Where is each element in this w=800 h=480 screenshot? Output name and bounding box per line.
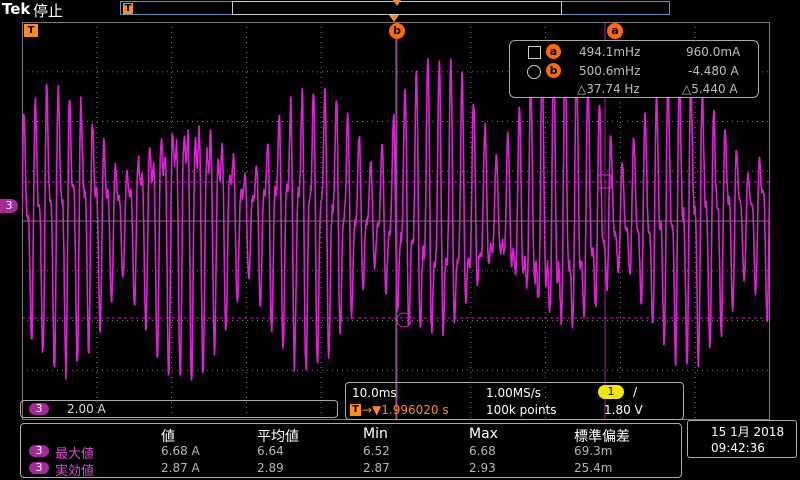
measurement-table: 値 平均値 Min Max 標準偏差 3 最大値 6.68 A 6.64 6.5… xyxy=(20,423,682,479)
header-min: Min xyxy=(363,426,388,442)
row-2-std-dev: 25.4m xyxy=(574,461,613,475)
horizontal-trigger-box[interactable]: 10.0ms 1.00MS/s 1 / T →▼1.996020 s 100k … xyxy=(345,382,684,420)
trigger-position: →▼1.996020 s xyxy=(362,403,449,417)
trigger-slope-icon: / xyxy=(633,385,638,399)
row-2-mean: 2.89 xyxy=(257,461,284,475)
row-2-max: 2.93 xyxy=(469,461,496,475)
cursor-b-circle-icon xyxy=(527,65,541,79)
header-mean: 平均値 xyxy=(257,429,299,445)
time: 09:42:36 xyxy=(711,441,765,455)
header-value: 値 xyxy=(161,429,175,445)
cursor-b-marker[interactable]: b xyxy=(389,23,405,39)
row-1-max: 6.68 xyxy=(469,444,496,458)
cursor-a-marker[interactable]: a xyxy=(607,23,623,39)
date: 15 1月 2018 xyxy=(711,425,785,439)
trigger-point-icon xyxy=(393,0,401,6)
cursor-readout-panel: a 494.1mHz 960.0mA b 500.6mHz -4.480 A △… xyxy=(509,40,759,98)
cursor-a-frequency: 494.1mHz xyxy=(579,45,641,59)
row-2-min: 2.87 xyxy=(363,461,390,475)
row-1-min: 6.52 xyxy=(363,444,390,458)
trigger-source-badge: 1 xyxy=(598,385,624,399)
row-1-channel-badge: 3 xyxy=(29,445,49,457)
record-length: 100k points xyxy=(486,403,557,417)
sample-rate: 1.00MS/s xyxy=(486,386,541,400)
cursor-delta-frequency: △37.74 Hz xyxy=(577,82,640,96)
cursor-b-value: -4.480 A xyxy=(688,64,739,78)
row-2-value: 2.87 A xyxy=(161,461,200,475)
trigger-position-icon: T xyxy=(350,404,361,416)
top-bar: Tek 停止 T xyxy=(0,0,800,20)
header-max: Max xyxy=(469,426,498,442)
acquisition-state: 停止 xyxy=(33,2,64,20)
brand-logo: Tek xyxy=(2,0,31,18)
cursor-b-top-icon xyxy=(389,15,399,22)
row-2-name: 実効値 xyxy=(55,464,95,479)
cursor-delta-value: △5.440 A xyxy=(682,82,738,96)
trigger-level: 1.80 V xyxy=(604,403,643,417)
cursor-a-value: 960.0mA xyxy=(686,45,741,59)
datetime-box[interactable]: 15 1月 2018 09:42:36 xyxy=(687,420,797,458)
row-2-channel-badge: 3 xyxy=(29,462,49,474)
row-1-mean: 6.64 xyxy=(257,444,284,458)
header-std-dev: 標準偏差 xyxy=(574,429,630,445)
trigger-position-marker: T xyxy=(123,3,133,14)
record-overview-bar[interactable]: T xyxy=(120,0,670,15)
row-1-std-dev: 69.3m xyxy=(574,444,613,458)
row-1-value: 6.68 A xyxy=(161,444,200,458)
cursor-a-square-icon xyxy=(528,46,541,59)
cursor-b-label: b xyxy=(546,63,561,78)
channel-3-badge: 3 xyxy=(29,403,49,415)
channel-3-scale-box[interactable]: 3 2.00 A xyxy=(20,400,338,418)
trigger-time-marker[interactable]: T xyxy=(24,24,38,37)
channel-3-scale: 2.00 A xyxy=(67,402,106,416)
cursor-b-frequency: 500.6mHz xyxy=(579,64,641,78)
channel-3-marker[interactable]: 3 xyxy=(0,199,18,213)
timebase: 10.0ms xyxy=(352,386,397,400)
cursor-a-label: a xyxy=(546,44,561,59)
